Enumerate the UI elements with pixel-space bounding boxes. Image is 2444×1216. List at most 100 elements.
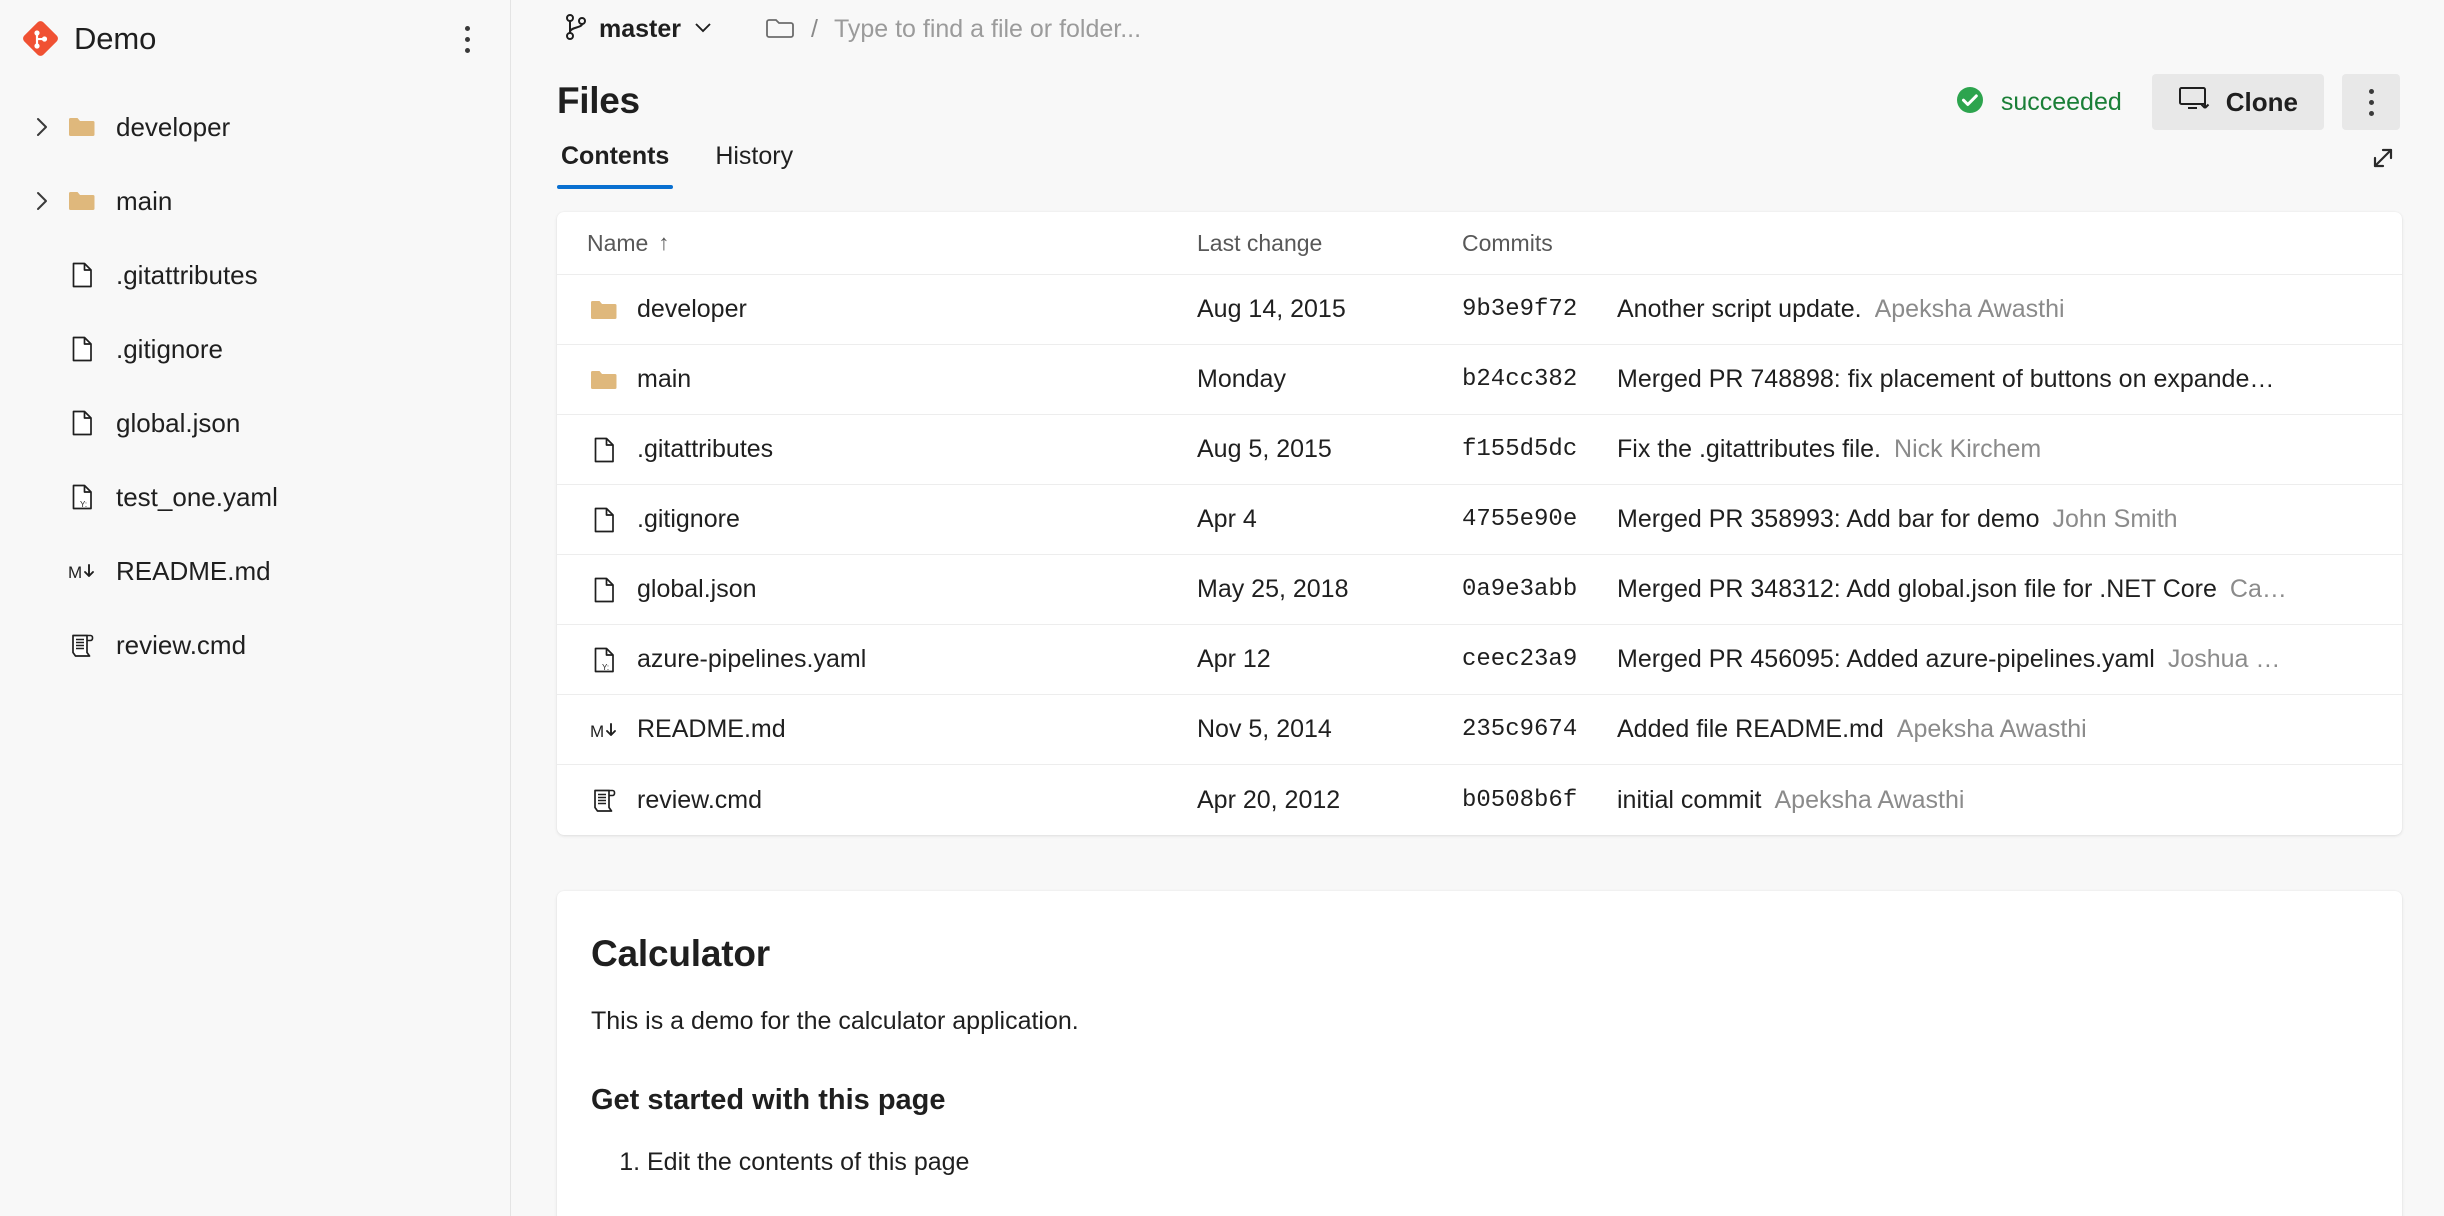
commit-hash-link[interactable]: 9b3e9f72 (1462, 296, 1577, 323)
file-name-link[interactable]: global.json (637, 575, 757, 604)
readme-steps: Edit the contents of this page (591, 1143, 2362, 1182)
file-name-link[interactable]: .gitattributes (637, 435, 773, 464)
file-icon (62, 408, 102, 438)
commit-hash-link[interactable]: 0a9e3abb (1462, 576, 1577, 603)
commit-hash-link[interactable]: 4755e90e (1462, 506, 1577, 533)
cell-name: M README.md (557, 715, 1197, 745)
commit-author: Joshua … (2167, 645, 2281, 673)
more-actions-button[interactable] (2342, 74, 2400, 130)
commit-author: Nick Kirchem (1894, 435, 2042, 463)
file-name-link[interactable]: .gitignore (637, 505, 740, 534)
branch-icon (563, 12, 589, 47)
check-circle-icon (1953, 83, 1987, 122)
file-name-link[interactable]: developer (637, 295, 747, 324)
commit-message: Merged PR 348312: Add global.json file f… (1617, 575, 2217, 603)
expand-diagonal-icon[interactable] (2366, 141, 2400, 190)
commit-hash-link[interactable]: f155d5dc (1462, 436, 1577, 463)
file-icon (587, 505, 621, 535)
tree-item-test-one-yaml[interactable]: Y: test_one.yaml (0, 460, 510, 534)
commit-message: Merged PR 358993: Add bar for demo (1617, 505, 2040, 533)
tree-item-label: test_one.yaml (116, 481, 278, 512)
cell-commit-message: Merged PR 456095: Added azure-pipelines.… (1617, 645, 2402, 674)
file-name-link[interactable]: azure-pipelines.yaml (637, 645, 866, 674)
table-row[interactable]: main Monday b24cc382 Merged PR 748898: fix … (557, 345, 2402, 415)
header-actions: succeeded Clone (1953, 74, 2400, 130)
table-row[interactable]: review.cmd Apr 20, 2012 b0508b6f initial co… (557, 765, 2402, 835)
tree-item-gitattributes[interactable]: .gitattributes (0, 238, 510, 312)
table-row[interactable]: Y: azure-pipelines.yaml Apr 12 ceec23a9 Merg… (557, 625, 2402, 695)
tree-item-label: .gitattributes (116, 259, 258, 290)
app-root: Demo developer main .gitattributes .gitigno… (0, 0, 2444, 1216)
file-tree: developer main .gitattributes .gitignore glo… (0, 78, 510, 682)
file-name-link[interactable]: review.cmd (637, 786, 762, 815)
cell-commit: 0a9e3abb (1462, 576, 1617, 603)
branch-selector[interactable]: master (557, 8, 721, 51)
last-change-value: May 25, 2018 (1197, 575, 1349, 603)
status-badge[interactable]: succeeded (1953, 83, 2122, 122)
branch-name: master (599, 14, 681, 43)
tree-item-readme-md[interactable]: M README.md (0, 534, 510, 608)
commit-message: initial commit (1617, 785, 1762, 814)
file-name-link[interactable]: main (637, 365, 691, 394)
commit-message: Merged PR 748898: fix placement of butto… (1617, 365, 2275, 393)
commit-hash-link[interactable]: 235c9674 (1462, 716, 1577, 743)
commit-hash-link[interactable]: ceec23a9 (1462, 646, 1577, 673)
table-row[interactable]: global.json May 25, 2018 0a9e3abb Merged PR… (557, 555, 2402, 625)
cell-name: .gitignore (557, 505, 1197, 535)
commit-author: John Smith (2052, 505, 2178, 533)
clone-button[interactable]: Clone (2151, 74, 2324, 130)
file-icon (587, 575, 621, 605)
cell-last-change: Apr 12 (1197, 645, 1462, 674)
tree-item-gitignore[interactable]: .gitignore (0, 312, 510, 386)
column-header-name[interactable]: Name (587, 230, 648, 257)
readme-card: Calculator This is a demo for the calcul… (557, 891, 2402, 1216)
chevron-right-icon[interactable] (22, 116, 62, 138)
cell-commit: ceec23a9 (1462, 646, 1617, 673)
breadcrumb-root-folder-icon[interactable] (765, 16, 795, 42)
svg-text:M: M (68, 563, 82, 582)
column-header-last-change[interactable]: Last change (1197, 230, 1322, 256)
tree-item-label: .gitignore (116, 333, 223, 364)
repo-name: Demo (74, 21, 157, 56)
sidebar-overflow-menu-icon[interactable] (450, 18, 484, 60)
cell-last-change: Apr 20, 2012 (1197, 786, 1462, 815)
last-change-value: Apr 12 (1197, 645, 1271, 673)
last-change-value: Apr 20, 2012 (1197, 785, 1341, 814)
chevron-right-icon[interactable] (22, 190, 62, 212)
file-name-link[interactable]: README.md (637, 715, 786, 744)
table-row[interactable]: .gitattributes Aug 5, 2015 f155d5dc Fix the… (557, 415, 2402, 485)
commit-author: Apeksha Awasthi (1874, 295, 2065, 323)
table-row[interactable]: M README.md Nov 5, 2014 235c9674 Added file … (557, 695, 2402, 765)
tab-bar: Contents History (511, 132, 2444, 198)
tree-item-main[interactable]: main (0, 164, 510, 238)
chevron-down-icon (691, 15, 715, 44)
tree-item-global-json[interactable]: global.json (0, 386, 510, 460)
cell-name: main (557, 365, 1197, 395)
cell-name: developer (557, 295, 1197, 325)
tab-contents[interactable]: Contents (557, 142, 674, 189)
table-row[interactable]: .gitignore Apr 4 4755e90e Merged PR 358993:… (557, 485, 2402, 555)
main-content: master / Files (511, 0, 2444, 1216)
column-header-commits[interactable]: Commits (1462, 230, 1553, 256)
cell-name: review.cmd (557, 785, 1197, 815)
svg-text:M: M (590, 722, 604, 741)
file-icon (62, 334, 102, 364)
tab-history[interactable]: History (711, 142, 797, 189)
commit-hash-link[interactable]: b24cc382 (1462, 366, 1577, 393)
last-change-value: Monday (1197, 365, 1286, 393)
cell-name: Y: azure-pipelines.yaml (557, 645, 1197, 675)
tree-item-label: README.md (116, 555, 271, 586)
tree-item-review-cmd[interactable]: review.cmd (0, 608, 510, 682)
commit-hash-link[interactable]: b0508b6f (1462, 787, 1577, 814)
readme-title: Calculator (591, 933, 770, 974)
tree-item-developer[interactable]: developer (0, 90, 510, 164)
cell-commit-message: Merged PR 358993: Add bar for demo John S… (1617, 505, 2402, 534)
tree-item-label: developer (116, 111, 231, 142)
cell-last-change: Aug 5, 2015 (1197, 435, 1462, 464)
folder-icon (587, 365, 621, 395)
find-file-input[interactable] (833, 14, 1594, 44)
kebab-menu-icon (2354, 81, 2388, 123)
cell-last-change: May 25, 2018 (1197, 575, 1462, 604)
table-row[interactable]: developer Aug 14, 2015 9b3e9f72 Another scr… (557, 275, 2402, 345)
svg-text:Y:: Y: (80, 500, 87, 509)
